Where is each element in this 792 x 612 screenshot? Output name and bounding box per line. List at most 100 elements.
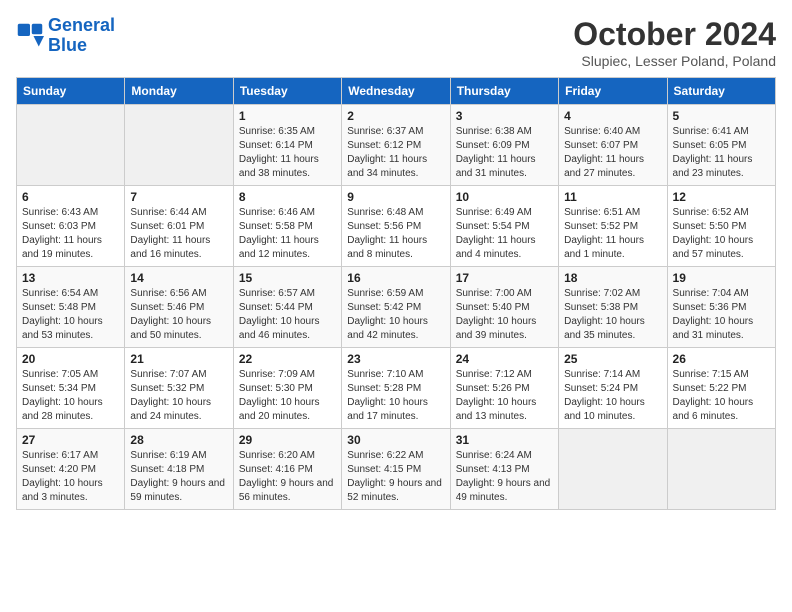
day-number: 4: [564, 109, 661, 123]
day-of-week-header-row: SundayMondayTuesdayWednesdayThursdayFrid…: [17, 78, 776, 105]
day-cell: 10 Sunrise: 6:49 AM Sunset: 5:54 PM Dayli…: [450, 186, 558, 267]
day-detail: Sunrise: 6:56 AM Sunset: 5:46 PM Dayligh…: [130, 287, 227, 343]
day-cell: 24Sunrise: 7:12 AM Sunset: 5:26 PM Dayli…: [450, 348, 558, 429]
day-cell: [667, 429, 775, 510]
day-cell: 26Sunrise: 7:15 AM Sunset: 5:22 PM Dayli…: [667, 348, 775, 429]
day-detail: Sunrise: 6:35 AM Sunset: 6:14 PM Dayligh…: [239, 125, 336, 181]
week-row-3: 20Sunrise: 7:05 AM Sunset: 5:34 PM Dayli…: [17, 348, 776, 429]
day-number: 17: [456, 271, 553, 285]
day-cell: 1 Sunrise: 6:35 AM Sunset: 6:14 PM Daylig…: [233, 105, 341, 186]
day-detail: Sunrise: 6:19 AM Sunset: 4:18 PM Dayligh…: [130, 449, 227, 505]
day-cell: 30Sunrise: 6:22 AM Sunset: 4:15 PM Dayli…: [342, 429, 450, 510]
day-number: 1: [239, 109, 336, 123]
day-detail: Sunrise: 6:24 AM Sunset: 4:13 PM Dayligh…: [456, 449, 553, 505]
day-detail: Sunrise: 6:46 AM Sunset: 5:58 PM Dayligh…: [239, 206, 336, 262]
day-detail: Sunrise: 7:00 AM Sunset: 5:40 PM Dayligh…: [456, 287, 553, 343]
day-cell: 7Sunrise: 6:44 AM Sunset: 6:01 PM Daylig…: [125, 186, 233, 267]
logo-text: General Blue: [48, 16, 115, 56]
day-cell: 9Sunrise: 6:48 AM Sunset: 5:56 PM Daylig…: [342, 186, 450, 267]
day-number: 20: [22, 352, 119, 366]
day-cell: 21 Sunrise: 7:07 AM Sunset: 5:32 PM Dayli…: [125, 348, 233, 429]
week-row-0: 1 Sunrise: 6:35 AM Sunset: 6:14 PM Daylig…: [17, 105, 776, 186]
day-cell: 17 Sunrise: 7:00 AM Sunset: 5:40 PM Dayli…: [450, 267, 558, 348]
day-number: 26: [673, 352, 770, 366]
calendar-table: SundayMondayTuesdayWednesdayThursdayFrid…: [16, 77, 776, 510]
day-cell: 4 Sunrise: 6:40 AM Sunset: 6:07 PM Daylig…: [559, 105, 667, 186]
day-number: 24: [456, 352, 553, 366]
day-number: 10: [456, 190, 553, 204]
month-title: October 2024: [573, 16, 776, 53]
day-number: 15: [239, 271, 336, 285]
day-cell: 12 Sunrise: 6:52 AM Sunset: 5:50 PM Dayli…: [667, 186, 775, 267]
day-detail: Sunrise: 6:44 AM Sunset: 6:01 PM Dayligh…: [130, 206, 227, 262]
day-number: 3: [456, 109, 553, 123]
dow-monday: Monday: [125, 78, 233, 105]
logo-icon: [16, 22, 44, 50]
logo-line2: Blue: [48, 35, 87, 55]
day-number: 11: [564, 190, 661, 204]
week-row-2: 13 Sunrise: 6:54 AM Sunset: 5:48 PM Dayli…: [17, 267, 776, 348]
week-row-4: 27 Sunrise: 6:17 AM Sunset: 4:20 PM Dayli…: [17, 429, 776, 510]
logo-line1: General: [48, 15, 115, 35]
day-cell: 29Sunrise: 6:20 AM Sunset: 4:16 PM Dayli…: [233, 429, 341, 510]
day-number: 14: [130, 271, 227, 285]
day-number: 22: [239, 352, 336, 366]
dow-saturday: Saturday: [667, 78, 775, 105]
day-cell: 23Sunrise: 7:10 AM Sunset: 5:28 PM Dayli…: [342, 348, 450, 429]
day-cell: 11Sunrise: 6:51 AM Sunset: 5:52 PM Dayli…: [559, 186, 667, 267]
day-detail: Sunrise: 6:57 AM Sunset: 5:44 PM Dayligh…: [239, 287, 336, 343]
day-number: 28: [130, 433, 227, 447]
day-number: 5: [673, 109, 770, 123]
day-cell: [17, 105, 125, 186]
day-detail: Sunrise: 6:54 AM Sunset: 5:48 PM Dayligh…: [22, 287, 119, 343]
day-detail: Sunrise: 6:48 AM Sunset: 5:56 PM Dayligh…: [347, 206, 444, 262]
day-cell: 18Sunrise: 7:02 AM Sunset: 5:38 PM Dayli…: [559, 267, 667, 348]
day-cell: 27 Sunrise: 6:17 AM Sunset: 4:20 PM Dayli…: [17, 429, 125, 510]
calendar-body: 1 Sunrise: 6:35 AM Sunset: 6:14 PM Daylig…: [17, 105, 776, 510]
location-subtitle: Slupiec, Lesser Poland, Poland: [573, 53, 776, 69]
week-row-1: 6 Sunrise: 6:43 AM Sunset: 6:03 PM Daylig…: [17, 186, 776, 267]
day-cell: 6 Sunrise: 6:43 AM Sunset: 6:03 PM Daylig…: [17, 186, 125, 267]
day-cell: 2Sunrise: 6:37 AM Sunset: 6:12 PM Daylig…: [342, 105, 450, 186]
day-cell: [125, 105, 233, 186]
day-cell: 19 Sunrise: 7:04 AM Sunset: 5:36 PM Dayli…: [667, 267, 775, 348]
day-cell: 15 Sunrise: 6:57 AM Sunset: 5:44 PM Dayli…: [233, 267, 341, 348]
day-detail: Sunrise: 7:07 AM Sunset: 5:32 PM Dayligh…: [130, 368, 227, 424]
day-detail: Sunrise: 6:43 AM Sunset: 6:03 PM Dayligh…: [22, 206, 119, 262]
day-cell: 14 Sunrise: 6:56 AM Sunset: 5:46 PM Dayli…: [125, 267, 233, 348]
day-detail: Sunrise: 6:38 AM Sunset: 6:09 PM Dayligh…: [456, 125, 553, 181]
day-detail: Sunrise: 7:14 AM Sunset: 5:24 PM Dayligh…: [564, 368, 661, 424]
day-detail: Sunrise: 6:59 AM Sunset: 5:42 PM Dayligh…: [347, 287, 444, 343]
day-number: 25: [564, 352, 661, 366]
day-cell: 25 Sunrise: 7:14 AM Sunset: 5:24 PM Dayli…: [559, 348, 667, 429]
dow-friday: Friday: [559, 78, 667, 105]
day-detail: Sunrise: 6:37 AM Sunset: 6:12 PM Dayligh…: [347, 125, 444, 181]
day-number: 19: [673, 271, 770, 285]
day-cell: 3 Sunrise: 6:38 AM Sunset: 6:09 PM Daylig…: [450, 105, 558, 186]
day-cell: 13 Sunrise: 6:54 AM Sunset: 5:48 PM Dayli…: [17, 267, 125, 348]
day-detail: Sunrise: 6:40 AM Sunset: 6:07 PM Dayligh…: [564, 125, 661, 181]
day-cell: 20Sunrise: 7:05 AM Sunset: 5:34 PM Dayli…: [17, 348, 125, 429]
day-number: 6: [22, 190, 119, 204]
day-number: 21: [130, 352, 227, 366]
day-number: 31: [456, 433, 553, 447]
day-cell: 16Sunrise: 6:59 AM Sunset: 5:42 PM Dayli…: [342, 267, 450, 348]
day-cell: 5Sunrise: 6:41 AM Sunset: 6:05 PM Daylig…: [667, 105, 775, 186]
day-number: 30: [347, 433, 444, 447]
day-cell: 8Sunrise: 6:46 AM Sunset: 5:58 PM Daylig…: [233, 186, 341, 267]
day-detail: Sunrise: 6:17 AM Sunset: 4:20 PM Dayligh…: [22, 449, 119, 505]
dow-thursday: Thursday: [450, 78, 558, 105]
day-number: 18: [564, 271, 661, 285]
day-detail: Sunrise: 7:10 AM Sunset: 5:28 PM Dayligh…: [347, 368, 444, 424]
day-detail: Sunrise: 7:04 AM Sunset: 5:36 PM Dayligh…: [673, 287, 770, 343]
day-cell: [559, 429, 667, 510]
day-number: 13: [22, 271, 119, 285]
day-cell: 28 Sunrise: 6:19 AM Sunset: 4:18 PM Dayli…: [125, 429, 233, 510]
day-detail: Sunrise: 7:09 AM Sunset: 5:30 PM Dayligh…: [239, 368, 336, 424]
day-number: 12: [673, 190, 770, 204]
day-number: 27: [22, 433, 119, 447]
day-cell: 22 Sunrise: 7:09 AM Sunset: 5:30 PM Dayli…: [233, 348, 341, 429]
day-detail: Sunrise: 6:52 AM Sunset: 5:50 PM Dayligh…: [673, 206, 770, 262]
day-detail: Sunrise: 6:49 AM Sunset: 5:54 PM Dayligh…: [456, 206, 553, 262]
logo: General Blue: [16, 16, 115, 56]
